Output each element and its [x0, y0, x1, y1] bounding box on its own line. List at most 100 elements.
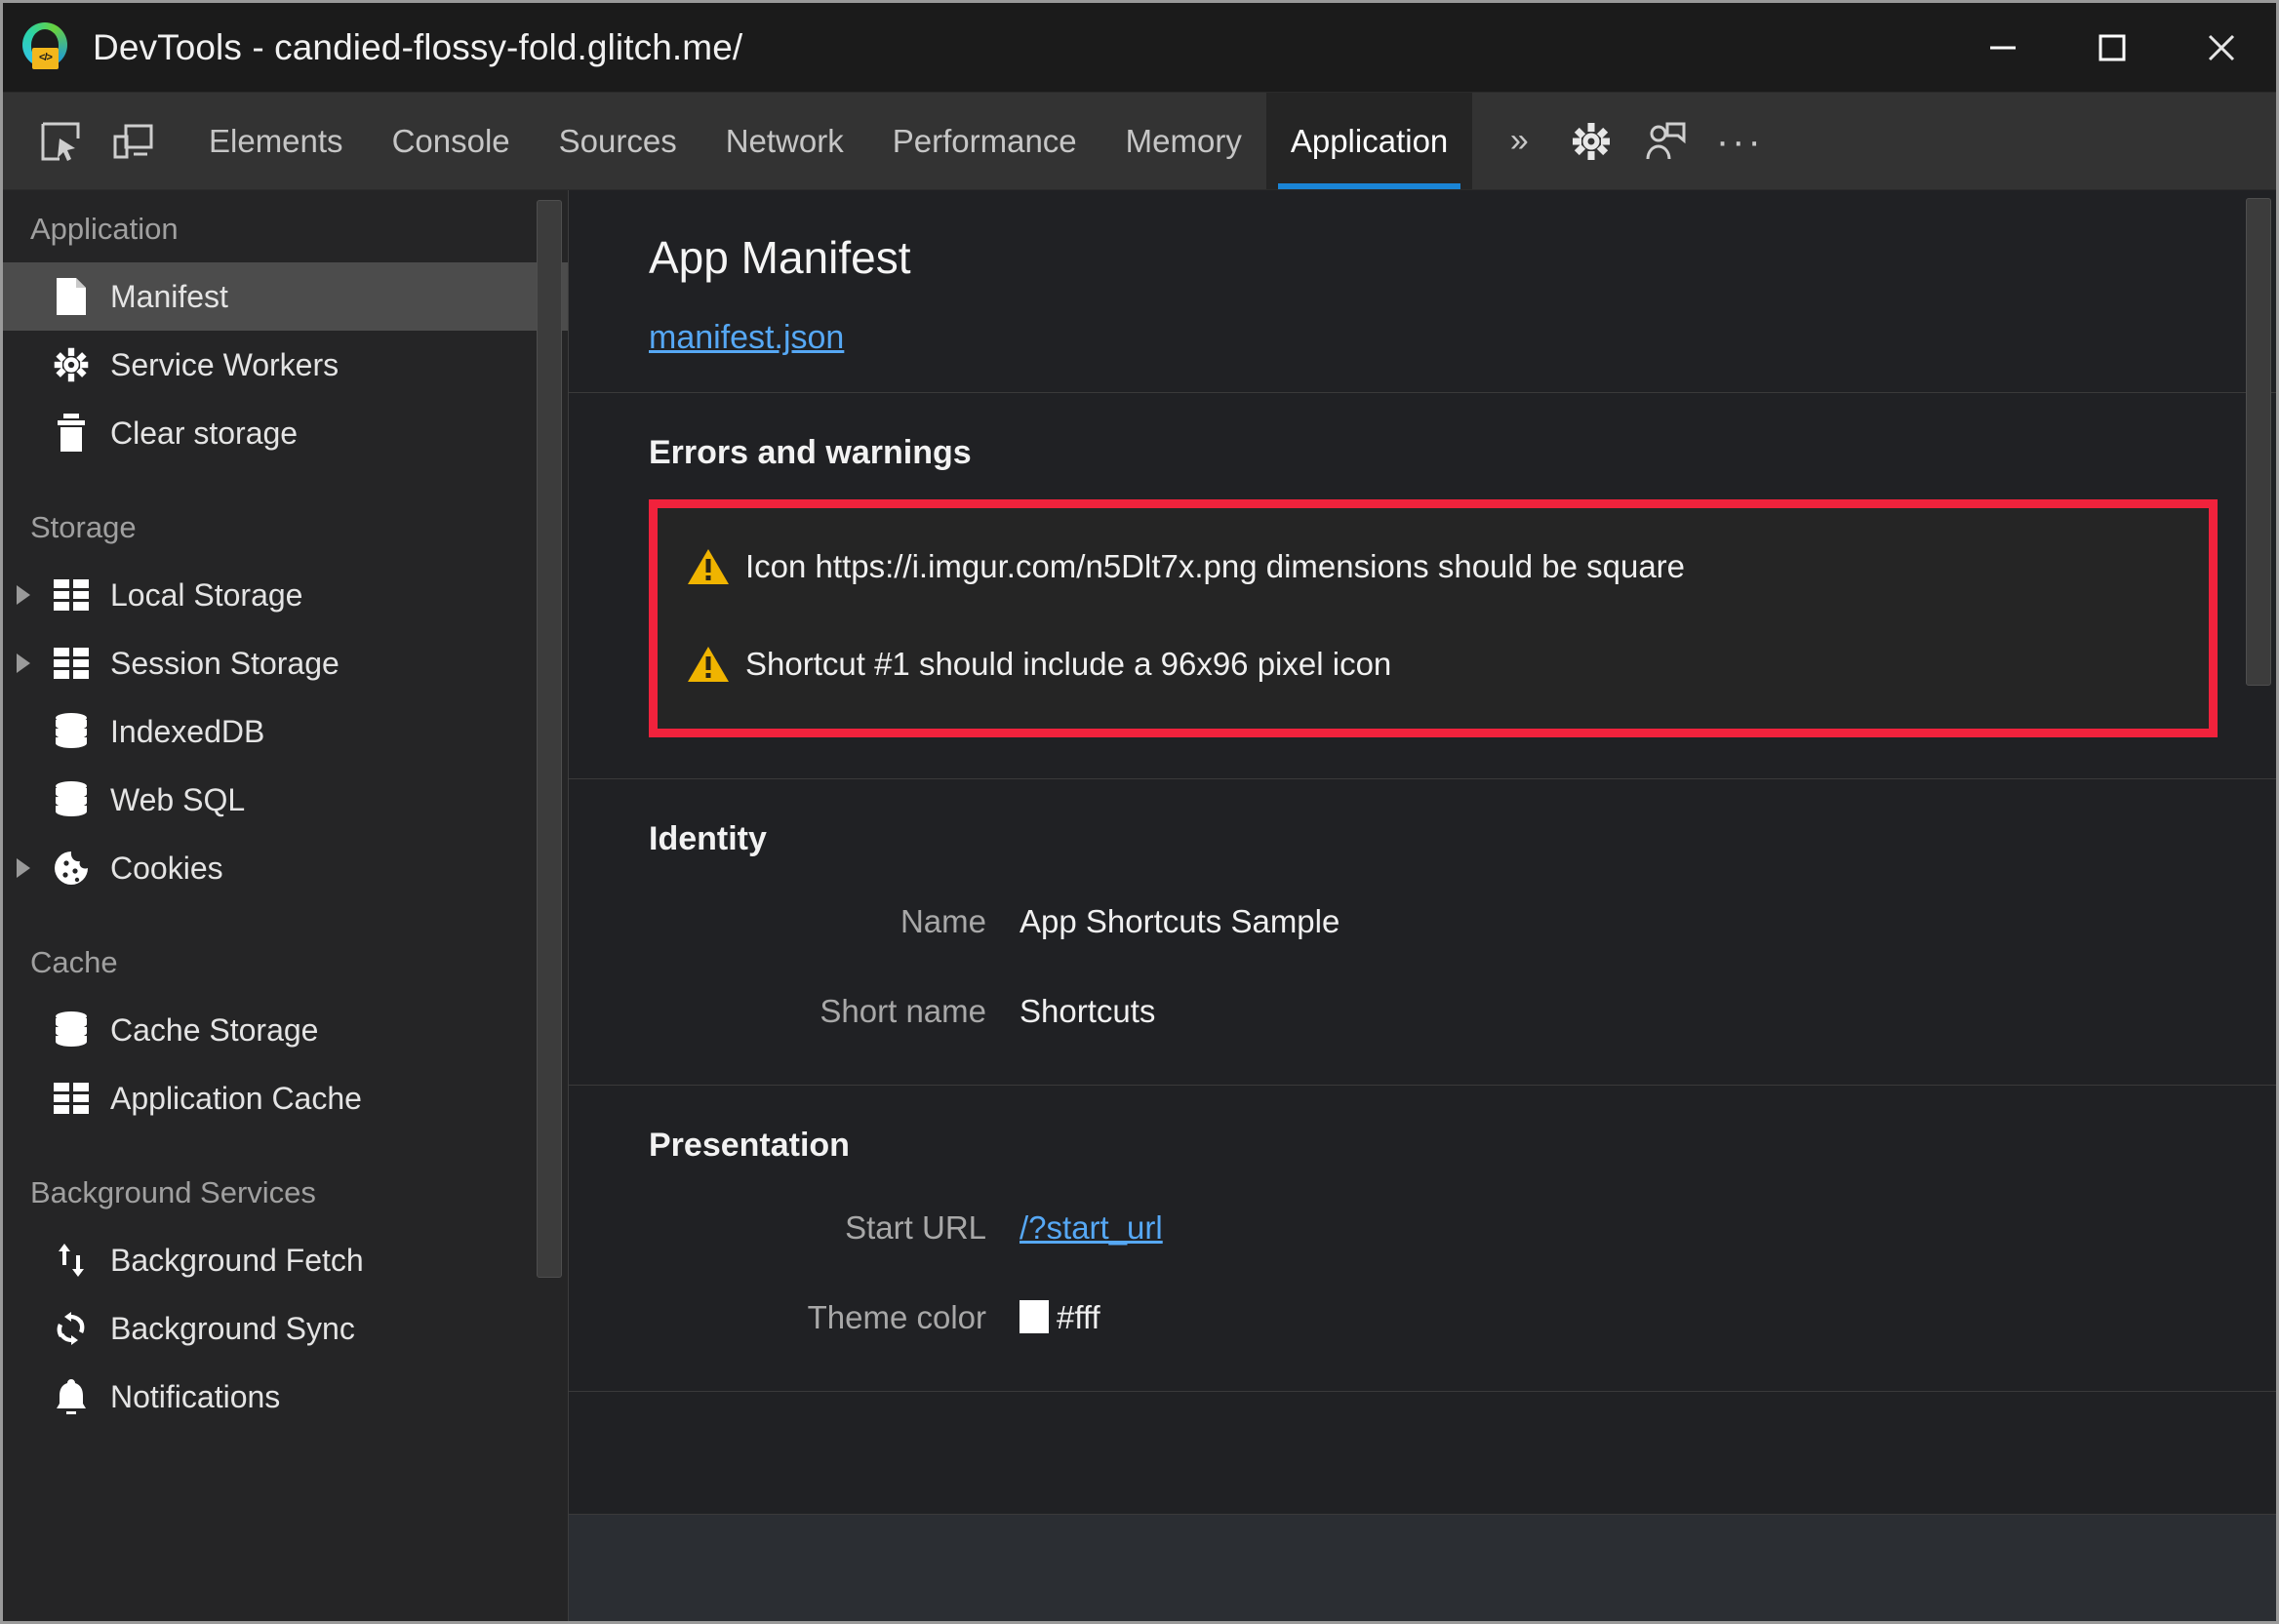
devtools-toolbar: Elements Console Sources Network Perform… [3, 93, 2276, 190]
sidebar-item-label: Service Workers [110, 346, 340, 382]
tab-label: Performance [892, 122, 1077, 159]
sidebar-item-session-storage[interactable]: Session Storage [3, 629, 568, 697]
theme-color-value: #fff [1057, 1299, 1100, 1335]
sidebar-item-local-storage[interactable]: Local Storage [3, 561, 568, 629]
tab-network[interactable]: Network [701, 93, 868, 189]
cookie-icon [50, 847, 93, 890]
table-icon [50, 574, 93, 616]
sidebar-item-indexeddb[interactable]: IndexedDB [3, 697, 568, 766]
sidebar-item-label: Web SQL [110, 781, 246, 817]
warning-icon [687, 645, 730, 684]
sidebar-section-background-services: Background Services [30, 1175, 316, 1209]
tab-label: Memory [1125, 122, 1242, 159]
document-icon [50, 275, 93, 318]
sidebar-item-background-fetch[interactable]: Background Fetch [3, 1226, 568, 1294]
tab-memory[interactable]: Memory [1101, 93, 1266, 189]
chevron-right-icon[interactable] [13, 856, 44, 880]
updown-arrows-icon [50, 1239, 93, 1282]
window-title: DevTools - candied-flossy-fold.glitch.me… [93, 26, 743, 67]
sidebar-item-cookies[interactable]: Cookies [3, 834, 568, 902]
sidebar-item-manifest[interactable]: Manifest [3, 262, 568, 331]
identity-heading: Identity [649, 820, 767, 857]
overflow-menu-button[interactable]: ··· [1702, 93, 1777, 189]
device-toolbar-icon[interactable] [97, 93, 169, 189]
database-icon [50, 710, 93, 753]
minimize-button[interactable] [1948, 3, 2058, 93]
warning-text: Shortcut #1 should include a 96x96 pixel… [745, 646, 1392, 682]
chevron-right-icon[interactable] [13, 583, 44, 607]
content-scrollbar[interactable] [2246, 198, 2271, 686]
field-value: App Shortcuts Sample [1020, 903, 1340, 939]
field-short-name: Short name Shortcuts [649, 993, 2218, 1030]
sidebar-scrollbar[interactable] [537, 200, 562, 1278]
field-start-url: Start URL /?start_url [649, 1209, 2218, 1247]
panel-tabs: Elements Console Sources Network Perform… [184, 93, 1473, 189]
tab-sources[interactable]: Sources [535, 93, 701, 189]
theme-color-swatch [1020, 1300, 1049, 1333]
sidebar-item-label: IndexedDB [110, 713, 265, 749]
window-controls [1948, 3, 2276, 93]
field-label: Start URL [845, 1209, 986, 1246]
gear-icon [1573, 122, 1611, 160]
maximize-button[interactable] [2058, 3, 2167, 93]
field-name: Name App Shortcuts Sample [649, 903, 2218, 940]
devtools-body: Application Manifest Service Workers Cle… [3, 190, 2276, 1621]
tab-label: Sources [558, 122, 677, 159]
title-bar: </> DevTools - candied-flossy-fold.glitc… [3, 3, 2276, 93]
table-icon [50, 642, 93, 685]
field-label: Theme color [807, 1299, 986, 1335]
manifest-panel: App Manifest manifest.json Errors and wa… [569, 190, 2276, 1621]
sidebar-item-notifications[interactable]: Notifications [3, 1363, 568, 1431]
page-title: App Manifest [649, 232, 911, 283]
sidebar-item-label: Notifications [110, 1378, 281, 1414]
field-theme-color: Theme color #fff [649, 1299, 2218, 1336]
errors-highlight-box: Icon https://i.imgur.com/n5Dlt7x.png dim… [649, 499, 2218, 737]
sidebar-item-label: Session Storage [110, 645, 340, 681]
sidebar-item-background-sync[interactable]: Background Sync [3, 1294, 568, 1363]
sidebar-item-clear-storage[interactable]: Clear storage [3, 399, 568, 467]
tab-performance[interactable]: Performance [868, 93, 1101, 189]
application-sidebar: Application Manifest Service Workers Cle… [3, 190, 569, 1621]
sidebar-section-application: Application [30, 212, 179, 246]
feedback-button[interactable] [1628, 93, 1702, 189]
sidebar-item-cache-storage[interactable]: Cache Storage [3, 996, 568, 1064]
tab-elements[interactable]: Elements [184, 93, 368, 189]
panel-footer [569, 1514, 2276, 1621]
more-tabs-button[interactable]: » [1480, 93, 1554, 189]
chevron-right-double-icon: » [1509, 122, 1529, 159]
sidebar-section-storage: Storage [30, 510, 137, 544]
sidebar-item-label: Local Storage [110, 576, 303, 613]
trash-icon [50, 412, 93, 455]
warning-row: Icon https://i.imgur.com/n5Dlt7x.png dim… [658, 530, 2209, 604]
start-url-link[interactable]: /?start_url [1020, 1209, 1163, 1247]
close-button[interactable] [2167, 3, 2276, 93]
more-options-icon: ··· [1715, 119, 1764, 163]
gear-icon [50, 343, 93, 386]
sidebar-section-cache: Cache [30, 945, 118, 979]
database-icon [50, 778, 93, 821]
sidebar-item-label: Application Cache [110, 1080, 362, 1116]
warning-text: Icon https://i.imgur.com/n5Dlt7x.png dim… [745, 548, 1686, 584]
field-label: Name [900, 903, 986, 939]
divider [569, 1391, 2276, 1392]
sidebar-item-web-sql[interactable]: Web SQL [3, 766, 568, 834]
tab-console[interactable]: Console [368, 93, 535, 189]
tab-label: Application [1290, 122, 1449, 159]
settings-button[interactable] [1554, 93, 1628, 189]
sidebar-item-label: Cookies [110, 850, 223, 886]
manifest-json-link[interactable]: manifest.json [649, 319, 844, 357]
table-icon [50, 1077, 93, 1120]
inspect-element-icon[interactable] [24, 93, 97, 189]
edge-devtools-icon: </> [20, 21, 71, 73]
field-value: Shortcuts [1020, 993, 1156, 1029]
tab-label: Network [725, 122, 844, 159]
sync-icon [50, 1307, 93, 1350]
chevron-right-icon[interactable] [13, 652, 44, 675]
tab-application[interactable]: Application [1265, 93, 1473, 189]
sidebar-item-application-cache[interactable]: Application Cache [3, 1064, 568, 1132]
warning-icon [687, 547, 730, 586]
field-label: Short name [820, 993, 986, 1029]
sidebar-item-service-workers[interactable]: Service Workers [3, 331, 568, 399]
tab-label: Elements [209, 122, 343, 159]
presentation-heading: Presentation [649, 1127, 850, 1164]
